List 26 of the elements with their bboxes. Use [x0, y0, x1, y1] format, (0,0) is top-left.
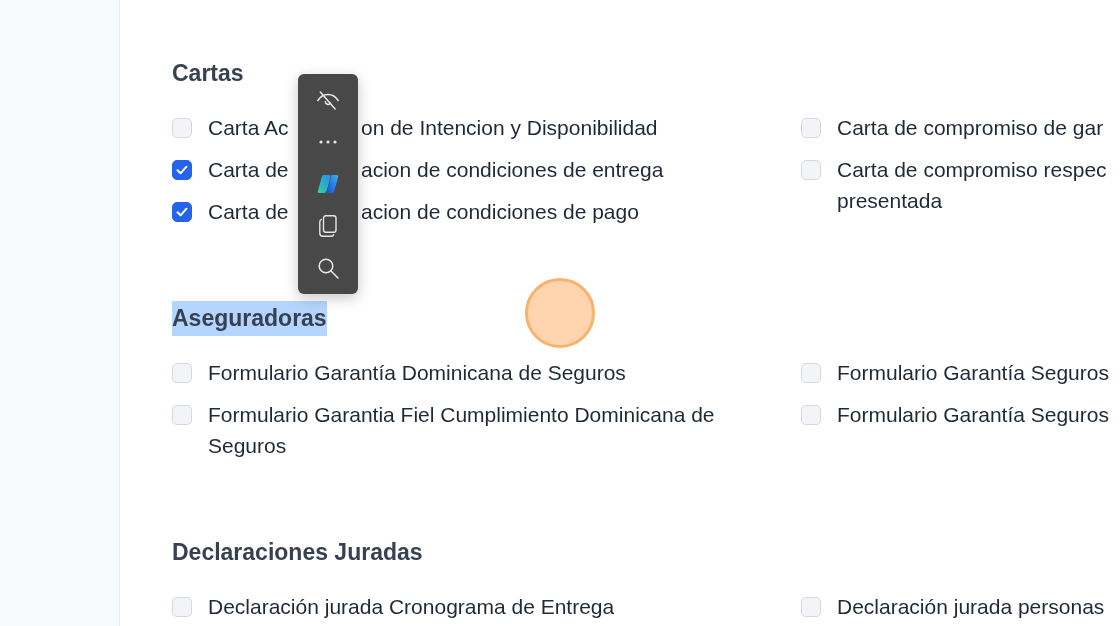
checkmark-icon — [176, 163, 188, 176]
section-heading: Declaraciones Juradas — [172, 538, 423, 567]
checkbox-label: Carta de compromiso de gar — [837, 115, 1104, 141]
checkbox-label: on de Intencion y Disponibilidad — [361, 115, 658, 141]
checkbox-label: Carta de — [208, 199, 289, 225]
checkbox-label: Declaración jurada Cronograma de Entrega — [208, 594, 615, 620]
checkbox-label: Formulario Garantia Fiel Cumplimiento Dominicana de Seguros — [208, 402, 716, 459]
checkbox-label: Formulario Garantía Seguros — [837, 402, 1109, 428]
eye-slash-icon — [317, 90, 339, 110]
section-heading: Aseguradoras — [172, 301, 327, 336]
checkbox-label: Declaración jurada personas — [837, 594, 1105, 620]
copy-icon — [319, 215, 337, 237]
checkbox-label: Carta de compromiso respec presentada — [837, 157, 1107, 214]
checkbox-label: Carta de — [208, 157, 289, 183]
checkbox-label: Carta Ac — [208, 115, 289, 141]
more-icon — [319, 140, 337, 144]
search-icon — [317, 257, 339, 279]
checkbox[interactable] — [172, 159, 192, 180]
checkmark-icon — [176, 205, 188, 218]
checkbox[interactable] — [172, 201, 192, 222]
checkbox-label: acion de condiciones de entrega — [361, 157, 664, 183]
checkbox-label: Formulario Garantía Dominicana de Seguros — [208, 360, 626, 386]
checkbox-label: Formulario Garantía Seguros — [837, 360, 1109, 386]
section-heading: Cartas — [172, 59, 244, 88]
checkbox-label: acion de condiciones de pago — [361, 199, 639, 225]
logo-icon — [317, 174, 339, 194]
